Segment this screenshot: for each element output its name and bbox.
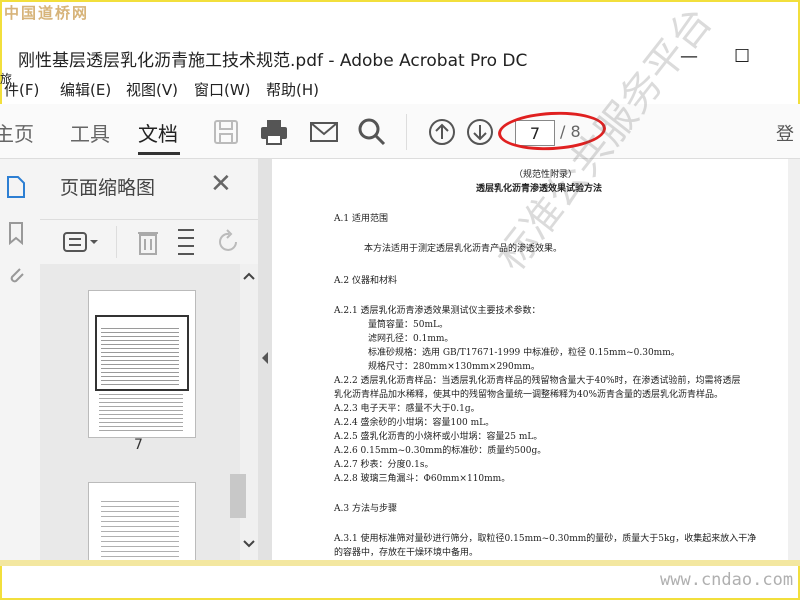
doc-paragraph: A.2.2 透层乳化沥青样品：当透层乳化沥青样品的残留物含量大于40%时，在渗透… [334, 376, 741, 386]
panel-toolbar [40, 219, 258, 265]
menu-window[interactable]: 窗口(W) [194, 79, 251, 100]
doc-paragraph: A.2.1 透层乳化沥青渗透效果测试仪主要技术参数： [334, 306, 541, 316]
doc-paragraph: 规格尺寸：280mm×130mm×290mm。 [368, 362, 540, 372]
toolbar: 主页 工具 文档 7 / 8 [0, 104, 800, 159]
doc-paragraph: 乳化沥青样品加水稀释，使其中的残留物含量统一调整稀释为40%沥青含量的透层乳化沥… [334, 390, 724, 400]
doc-paragraph: 的容器中，存放在干燥环境中备用。 [334, 548, 479, 558]
bottom-watermark: www.cndao.com [660, 570, 794, 590]
thumbnail-panel: 页面缩略图 ✕ 7 [40, 159, 258, 560]
options-icon[interactable] [62, 230, 100, 254]
window-title: 刚性基层透层乳化沥青施工技术规范.pdf - Adobe Acrobat Pro… [18, 51, 528, 71]
doc-paragraph: A.2.5 盛乳化沥青的小烧杯或小坩埚：容量25 mL。 [334, 432, 543, 442]
thumbnail-page-7[interactable] [88, 290, 196, 438]
thumbnail-scroll-thumb[interactable] [230, 474, 246, 518]
doc-paragraph: A.2.3 电子天平：感量不大于0.1g。 [334, 404, 480, 414]
page-thumbnails-icon[interactable] [6, 175, 26, 199]
horizontal-scrollbar[interactable] [0, 560, 800, 566]
panel-separator [116, 226, 117, 258]
doc-heading: A.3 方法与步骤 [334, 504, 397, 514]
active-tab-underline [138, 152, 180, 155]
doc-heading: A.1 适用范围 [334, 214, 388, 224]
thumbnail-text-block [101, 325, 179, 385]
thumbnail-list [40, 264, 240, 560]
doc-paragraph: A.2.6 0.15mm~0.30mm的标准砂：质量约500g。 [334, 446, 547, 456]
panel-title: 页面缩略图 [60, 177, 156, 199]
panel-collapse-bar[interactable] [258, 159, 272, 560]
menu-edit[interactable]: 编辑(E) [60, 79, 111, 100]
document-scrollbar[interactable] [788, 159, 800, 560]
delete-icon[interactable] [136, 228, 160, 256]
save-icon[interactable] [210, 116, 242, 148]
menu-view[interactable]: 视图(V) [126, 79, 178, 100]
maximize-button[interactable]: ☐ [734, 46, 750, 67]
rotate-icon[interactable] [216, 228, 242, 256]
doc-heading: A.2 仪器和材料 [334, 276, 397, 286]
prev-page-icon[interactable] [426, 116, 458, 148]
print-icon[interactable] [258, 116, 290, 148]
bookmark-icon[interactable] [6, 221, 26, 245]
doc-paragraph: A.3.1 使用标准筛对量砂进行筛分，取粒径0.15mm~0.30mm的量砂，质… [334, 534, 757, 544]
email-icon[interactable] [308, 116, 340, 148]
tab-document[interactable]: 文档 [138, 118, 178, 147]
doc-paragraph: A.2.8 玻璃三角漏斗：Φ60mm×110mm。 [334, 474, 511, 484]
signin-fragment[interactable]: 登 [776, 120, 794, 146]
next-page-icon[interactable] [464, 116, 496, 148]
extract-page-icon[interactable] [174, 228, 200, 256]
close-icon[interactable]: ✕ [210, 169, 232, 199]
watermark-top: 中国道桥网 [4, 4, 90, 22]
chevron-up-icon[interactable] [243, 272, 255, 280]
toolbar-separator [406, 114, 407, 150]
thumbnail-text-block [99, 391, 183, 431]
attachment-icon[interactable] [6, 263, 26, 287]
thumbnail-page-8[interactable] [88, 482, 196, 560]
left-nav-rail [0, 159, 41, 560]
doc-paragraph: 量筒容量：50mL。 [368, 320, 448, 330]
doc-paragraph: 标准砂规格：选用 GB/T17671-1999 中标准砂，粒径 0.15mm~0… [368, 348, 680, 358]
thumbnail-label: 7 [134, 437, 143, 453]
doc-paragraph: A.2.4 盛余砂的小坩埚：容量100 mL。 [334, 418, 495, 428]
menu-help[interactable]: 帮助(H) [266, 79, 319, 100]
tab-tools[interactable]: 工具 [70, 118, 110, 147]
doc-paragraph: 滤网孔径：0.1mm。 [368, 334, 454, 344]
chevron-down-icon[interactable] [243, 540, 255, 548]
tab-home[interactable]: 主页 [0, 118, 34, 147]
search-icon[interactable] [356, 116, 388, 148]
thumbnail-text-block [101, 497, 179, 557]
menu-file[interactable]: 件(F) [4, 79, 39, 100]
collapse-arrow-icon[interactable] [260, 351, 270, 365]
doc-paragraph: A.2.7 秒表：分度0.1s。 [334, 460, 434, 470]
